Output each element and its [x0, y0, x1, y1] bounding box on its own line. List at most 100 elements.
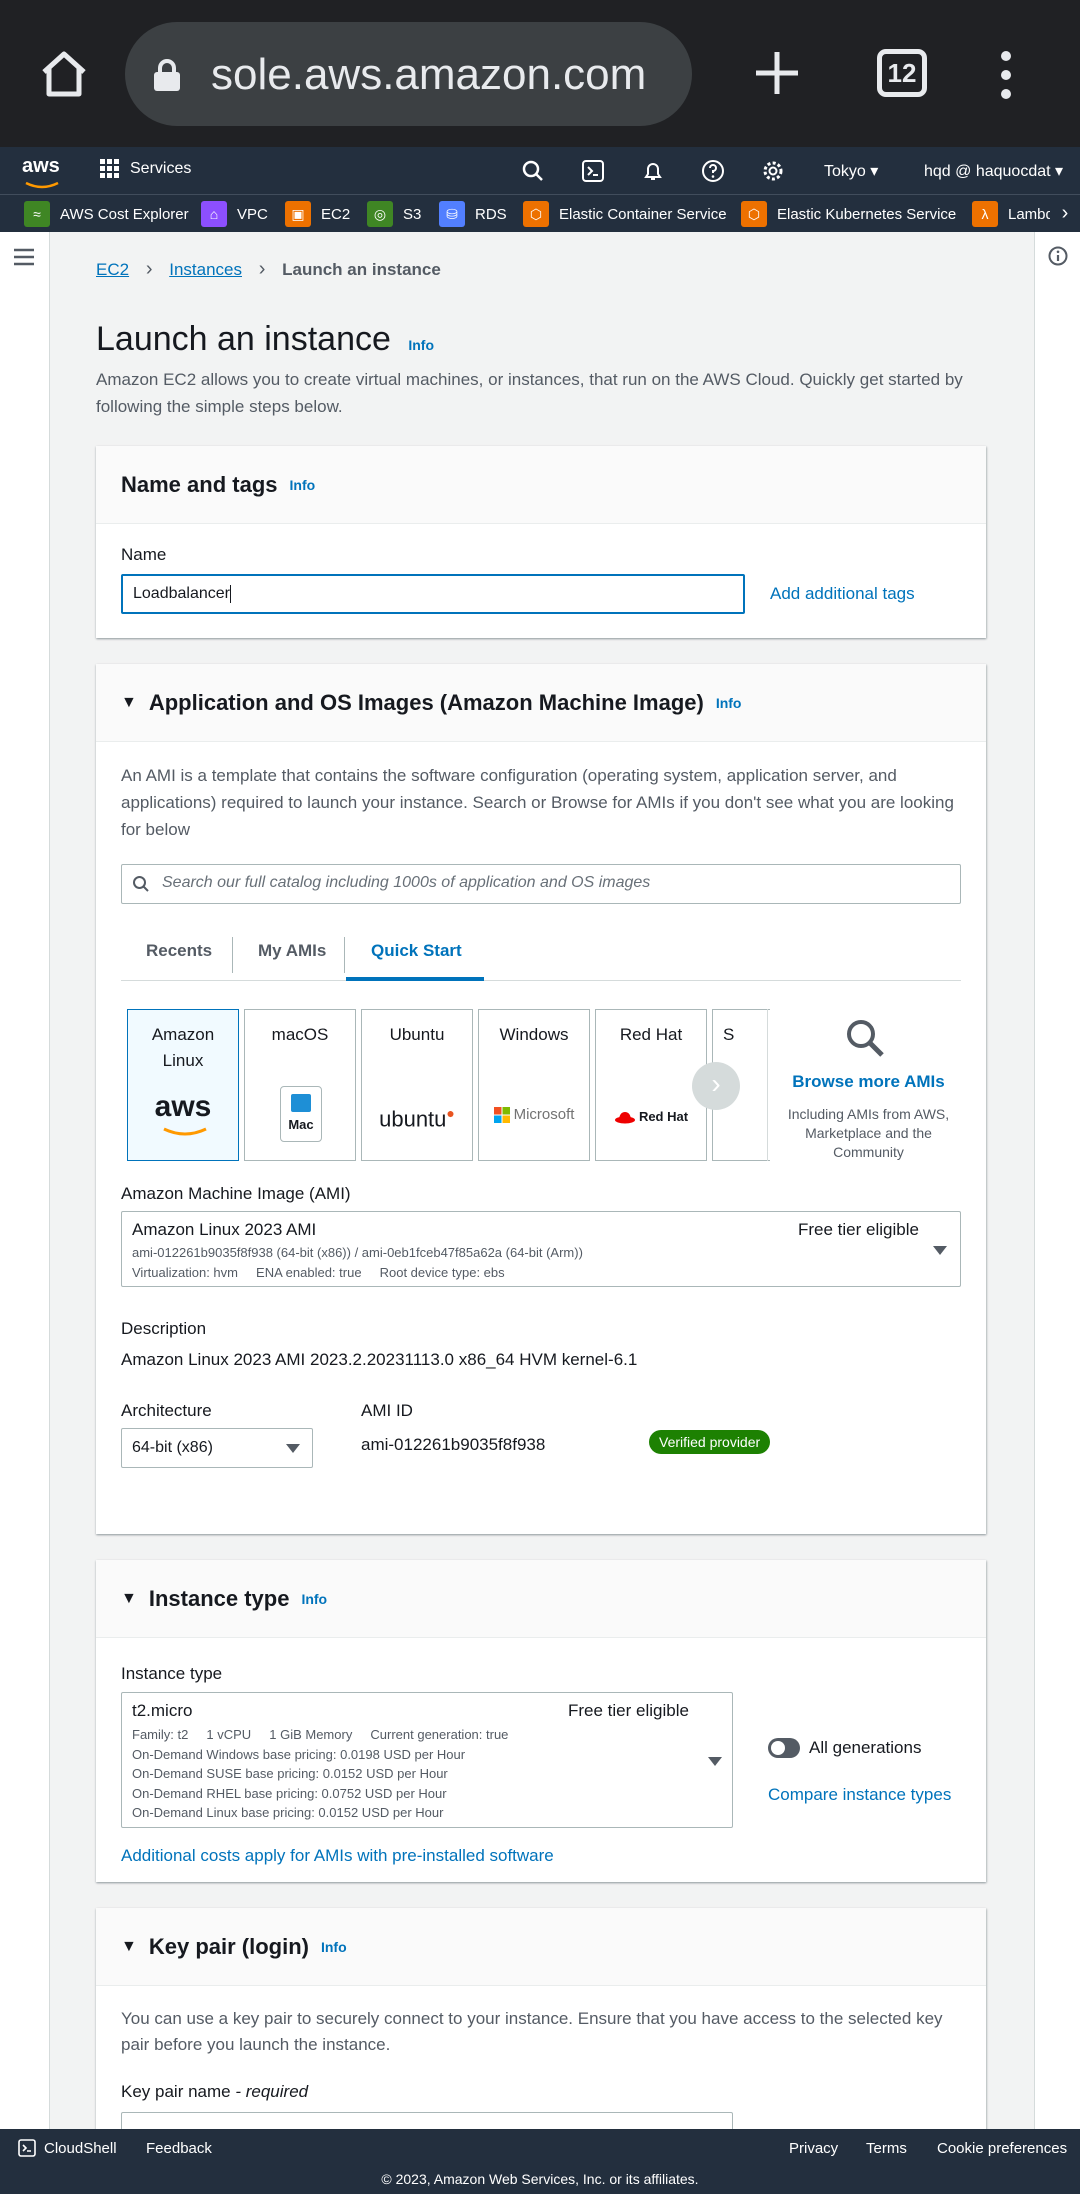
main-content: EC2 › Instances › Launch an instance Lau… — [51, 232, 1034, 2129]
url-text: sole.aws.amazon.com — [211, 50, 647, 99]
ami-id-label: AMI ID — [361, 1401, 413, 1420]
info-link[interactable]: Info — [301, 1591, 327, 1607]
tab-my-amis[interactable]: My AMIs — [258, 941, 326, 961]
ami-panel: ▼ Application and OS Images (Amazon Machi… — [96, 664, 986, 1534]
search-placeholder: Search our full catalog including 1000s … — [162, 874, 651, 891]
region-selector[interactable]: Tokyo ▾ — [824, 161, 878, 181]
lambda-icon: λ — [972, 201, 998, 227]
favorite-eks[interactable]: ⬡ Elastic Kubernetes Service — [741, 200, 956, 228]
ecs-icon: ⬡ — [523, 201, 549, 227]
architecture-select[interactable]: 64-bit (x86) — [121, 1428, 313, 1468]
redhat-brand-logo: Red Hat — [596, 1104, 706, 1130]
favorite-ec2[interactable]: ▣ EC2 — [285, 200, 350, 228]
caret-down-icon: ▼ — [121, 1589, 137, 1607]
os-card-amazon-linux[interactable]: Amazon Linux aws — [127, 1009, 239, 1161]
tab-switcher-button[interactable]: 12 — [877, 49, 927, 97]
additional-costs-link[interactable]: Additional costs apply for AMIs with pre… — [121, 1846, 554, 1866]
bell-icon[interactable] — [641, 159, 665, 183]
account-menu[interactable]: hqd @ haquocdat ▾ — [924, 161, 1063, 181]
tab-divider — [232, 937, 233, 973]
all-generations-label: All generations — [809, 1738, 922, 1757]
tab-recents[interactable]: Recents — [146, 941, 212, 961]
info-link[interactable]: Info — [408, 337, 434, 353]
chevron-right-icon: › — [145, 258, 153, 280]
redhat-hat-icon — [614, 1112, 635, 1124]
cloudshell-icon — [18, 2139, 36, 2157]
cookie-preferences-link[interactable]: Cookie preferences — [937, 2140, 1067, 2157]
hamburger-menu-icon[interactable] — [14, 248, 34, 266]
info-link[interactable]: Info — [716, 695, 742, 711]
microsoft-brand-logo: Microsoft — [479, 1102, 589, 1128]
ami-name: Amazon Linux 2023 AMI — [132, 1220, 317, 1239]
os-card-macos[interactable]: macOS Mac — [244, 1009, 356, 1161]
favorite-lambda[interactable]: λ Lambda — [972, 200, 1062, 228]
panel-header: Name and tags Info — [96, 446, 986, 524]
add-additional-tags-link[interactable]: Add additional tags — [770, 584, 915, 604]
key-pair-select[interactable] — [121, 2112, 733, 2129]
info-link[interactable]: Info — [321, 1939, 347, 1955]
services-menu[interactable]: Services — [100, 159, 191, 178]
tab-divider — [344, 937, 345, 973]
compare-instance-types-link[interactable]: Compare instance types — [768, 1785, 951, 1805]
chevron-right-icon[interactable]: › — [1050, 195, 1080, 232]
favorite-vpc[interactable]: ⌂ VPC — [201, 200, 268, 228]
aws-smile-icon — [163, 1127, 207, 1136]
home-icon[interactable] — [38, 48, 90, 100]
breadcrumb-instances[interactable]: Instances — [169, 260, 242, 279]
cost-explorer-icon: ≈ — [24, 201, 50, 227]
divider — [767, 1009, 768, 1161]
pricing-linux: On-Demand Linux base pricing: 0.0152 USD… — [132, 1805, 444, 1820]
ami-select[interactable]: Amazon Linux 2023 AMI Free tier eligible… — [121, 1211, 961, 1287]
cloudshell-icon[interactable] — [581, 159, 605, 183]
privacy-link[interactable]: Privacy — [789, 2140, 838, 2157]
side-navigation — [0, 232, 50, 2129]
settings-gear-icon[interactable] — [761, 159, 785, 183]
aws-smile-icon — [25, 181, 59, 189]
panel-header[interactable]: ▼ Application and OS Images (Amazon Machi… — [96, 664, 986, 742]
carousel-next-button[interactable]: › — [692, 1062, 740, 1110]
free-tier-text: Free tier eligible — [568, 1701, 689, 1720]
ami-description: An AMI is a template that contains the s… — [121, 766, 954, 839]
info-link[interactable]: Info — [290, 477, 316, 493]
breadcrumb-ec2[interactable]: EC2 — [96, 260, 129, 279]
browse-more-subtext: Including AMIs from AWS, Marketplace and… — [787, 1106, 950, 1160]
more-menu-icon[interactable] — [995, 50, 1017, 100]
help-panel-rail — [1034, 232, 1080, 2129]
free-tier-text: Free tier eligible — [798, 1220, 919, 1239]
ami-ids: ami-012261b9035f8f938 (64-bit (x86)) / a… — [132, 1245, 583, 1260]
new-tab-icon[interactable] — [752, 48, 802, 98]
lock-icon — [154, 59, 180, 91]
favorite-rds[interactable]: ⛁ RDS — [439, 200, 507, 228]
os-card-redhat[interactable]: Red Hat Red Hat — [595, 1009, 707, 1161]
aws-top-nav: aws Services Tokyo ▾ hqd @ haquocdat ▾ — [0, 147, 1080, 194]
name-input[interactable]: Loadbalancer — [121, 574, 745, 614]
feedback-link[interactable]: Feedback — [146, 2140, 212, 2157]
pricing-windows: On-Demand Windows base pricing: 0.0198 U… — [132, 1747, 466, 1762]
info-circle-icon[interactable] — [1048, 246, 1068, 266]
help-icon[interactable] — [701, 159, 725, 183]
architecture-label: Architecture — [121, 1401, 212, 1420]
os-card-ubuntu[interactable]: Ubuntu ubuntu● — [361, 1009, 473, 1161]
cloudshell-button[interactable]: CloudShell — [18, 2139, 117, 2157]
ami-search-input[interactable]: Search our full catalog including 1000s … — [121, 864, 961, 904]
favorite-s3[interactable]: ◎ S3 — [367, 200, 421, 228]
breadcrumb-current: Launch an instance — [282, 260, 441, 279]
aws-logo[interactable]: aws — [22, 155, 60, 178]
browse-more-amis-link[interactable]: Browse more AMIs — [776, 1072, 961, 1092]
favorite-ecs[interactable]: ⬡ Elastic Container Service — [523, 200, 727, 228]
all-generations-toggle[interactable] — [768, 1738, 800, 1758]
description-value: Amazon Linux 2023 AMI 2023.2.20231113.0 … — [121, 1350, 638, 1369]
verified-provider-badge: Verified provider — [649, 1430, 771, 1454]
favorite-cost-explorer[interactable]: ≈ AWS Cost Explorer — [24, 200, 189, 228]
active-tab-indicator — [346, 977, 484, 981]
os-card-windows[interactable]: Windows Microsoft — [478, 1009, 590, 1161]
panel-header[interactable]: ▼ Key pair (login) Info — [96, 1908, 986, 1986]
tab-quick-start[interactable]: Quick Start — [371, 941, 462, 961]
terms-link[interactable]: Terms — [866, 2140, 907, 2157]
instance-type-select[interactable]: t2.micro Free tier eligible Family: t2 1… — [121, 1692, 733, 1828]
pricing-rhel: On-Demand RHEL base pricing: 0.0752 USD … — [132, 1786, 447, 1801]
ami-label: Amazon Machine Image (AMI) — [121, 1184, 351, 1203]
panel-header[interactable]: ▼ Instance type Info — [96, 1560, 986, 1638]
search-icon[interactable] — [521, 159, 545, 183]
address-bar[interactable]: sole.aws.amazon.com — [125, 22, 692, 126]
